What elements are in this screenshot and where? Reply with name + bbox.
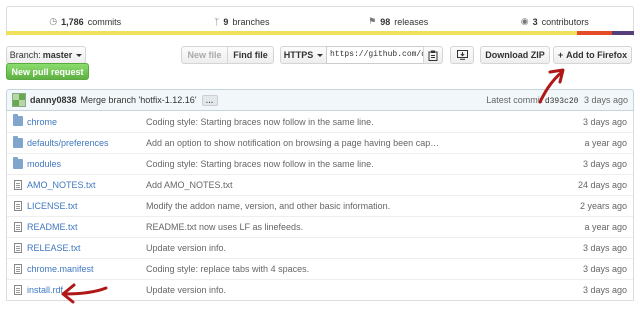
- file-commit-message[interactable]: Add AMO_NOTES.txt: [146, 180, 233, 190]
- file-name-link[interactable]: install.rdf: [27, 285, 63, 295]
- file-row: AMO_NOTES.txt Add AMO_NOTES.txt 24 days …: [7, 174, 633, 195]
- language-segment-html: [577, 31, 612, 35]
- new-file-button[interactable]: New file: [181, 46, 228, 64]
- file-name-link[interactable]: defaults/preferences: [27, 138, 109, 148]
- caret-down-icon: [76, 53, 83, 57]
- commit-age: 3 days ago: [583, 94, 628, 105]
- file-text-icon: [14, 201, 22, 211]
- file-age: a year ago: [584, 222, 627, 232]
- folder-icon: [13, 114, 23, 126]
- clone-protocol-label: HTTPS: [283, 50, 314, 60]
- avatar[interactable]: [12, 93, 26, 107]
- file-commit-message[interactable]: Modify the addon name, version, and othe…: [146, 201, 390, 211]
- branch-select-button[interactable]: Branch: master: [6, 46, 86, 64]
- file-text-icon: [14, 285, 22, 295]
- branch-icon: ᛉ: [214, 16, 220, 27]
- file-name-link[interactable]: LICENSE.txt: [27, 201, 78, 211]
- file-name-link[interactable]: AMO_NOTES.txt: [27, 180, 96, 190]
- contributors-label: contributors: [541, 16, 589, 27]
- file-age: 24 days ago: [577, 180, 627, 190]
- file-name-link[interactable]: RELEASE.txt: [27, 243, 81, 253]
- tag-icon: ⚑: [368, 16, 377, 26]
- file-commit-message[interactable]: Update version info.: [146, 243, 226, 253]
- file-row: LICENSE.txt Modify the addon name, versi…: [7, 195, 633, 216]
- contributors-count: 3: [532, 16, 538, 27]
- annotation-arrow-icon: [61, 283, 108, 304]
- new-pull-request-button[interactable]: New pull request: [6, 63, 89, 80]
- file-age: a year ago: [584, 138, 627, 148]
- language-segment-css: [612, 31, 634, 35]
- releases-label: releases: [394, 16, 429, 27]
- download-zip-button[interactable]: Download ZIP: [480, 46, 550, 64]
- file-commit-message[interactable]: Update version info.: [146, 285, 226, 295]
- commits-label: commits: [87, 16, 122, 27]
- file-text-icon: [14, 264, 22, 274]
- commit-message[interactable]: Merge branch 'hotfix-1.12.16': [81, 95, 197, 105]
- folder-icon: [13, 157, 23, 169]
- history-icon: ◷: [49, 16, 58, 26]
- clipboard-icon: [428, 50, 438, 61]
- add-to-firefox-button[interactable]: + Add to Firefox: [553, 46, 632, 64]
- file-commit-message[interactable]: Add an option to show notification on br…: [146, 138, 439, 148]
- clone-url-input[interactable]: https://github.com/d: [326, 46, 424, 64]
- file-row: README.txt README.txt now uses LF as lin…: [7, 216, 633, 237]
- file-row: RELEASE.txt Update version info. 3 days …: [7, 237, 633, 258]
- file-row: chrome.manifest Coding style: replace ta…: [7, 258, 633, 279]
- releases-count: 98: [380, 16, 391, 27]
- annotation-arrow-icon: [538, 68, 565, 104]
- file-age: 3 days ago: [582, 285, 627, 295]
- clone-protocol-button[interactable]: HTTPS: [280, 46, 327, 64]
- file-row: chrome Coding style: Starting braces now…: [7, 111, 633, 132]
- branches-count: 9: [223, 16, 229, 27]
- find-file-button[interactable]: Find file: [227, 46, 274, 64]
- branches-label: branches: [232, 16, 270, 27]
- file-text-icon: [14, 180, 22, 190]
- commit-author[interactable]: danny0838: [30, 95, 77, 105]
- commits-count: 1,786: [61, 16, 84, 27]
- file-age: 3 days ago: [582, 159, 627, 169]
- latest-commit-label: Latest commit: [486, 94, 543, 105]
- file-name-link[interactable]: README.txt: [27, 222, 78, 232]
- file-commit-message[interactable]: Coding style: Starting braces now follow…: [146, 159, 374, 169]
- file-age: 3 days ago: [582, 116, 627, 127]
- organization-icon: ◉: [520, 16, 529, 26]
- file-list: chrome Coding style: Starting braces now…: [6, 111, 634, 301]
- folder-icon: [13, 136, 23, 148]
- file-commit-message[interactable]: Coding style: replace tabs with 4 spaces…: [146, 264, 309, 274]
- file-commit-message[interactable]: README.txt now uses LF as linefeeds.: [146, 222, 303, 232]
- file-name-link[interactable]: modules: [27, 159, 61, 169]
- desktop-download-icon: [456, 50, 468, 60]
- file-commit-message[interactable]: Coding style: Starting braces now follow…: [146, 117, 374, 127]
- file-text-icon: [14, 222, 22, 232]
- file-text-icon: [14, 243, 22, 253]
- language-bar[interactable]: [6, 31, 634, 35]
- file-name-link[interactable]: chrome.manifest: [27, 264, 94, 274]
- open-in-desktop-button[interactable]: [450, 46, 474, 64]
- language-segment-javascript: [6, 31, 578, 35]
- file-age: 2 years ago: [579, 201, 627, 211]
- add-to-firefox-label: Add to Firefox: [566, 50, 628, 60]
- file-row: defaults/preferences Add an option to sh…: [7, 132, 633, 153]
- file-name-link[interactable]: chrome: [27, 117, 57, 127]
- copy-to-clipboard-button[interactable]: [423, 46, 443, 64]
- branch-prefix: Branch:: [9, 50, 41, 60]
- file-age: 3 days ago: [582, 264, 627, 274]
- plus-icon: +: [557, 50, 564, 60]
- branch-value: master: [42, 50, 73, 60]
- caret-down-icon: [317, 53, 324, 57]
- expand-commit-message-button[interactable]: …: [201, 94, 218, 106]
- file-row: modules Coding style: Starting braces no…: [7, 153, 633, 174]
- file-age: 3 days ago: [582, 243, 627, 253]
